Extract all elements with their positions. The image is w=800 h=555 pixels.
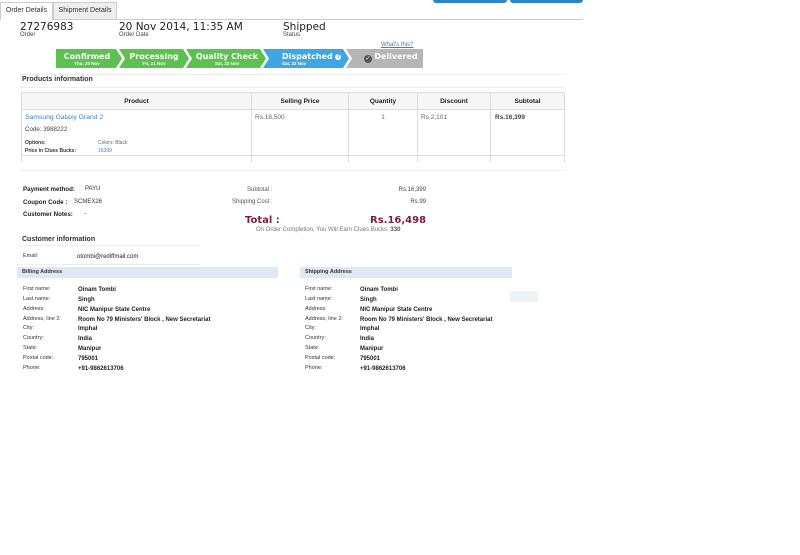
- shipping-field-value: Oinam Tombi: [360, 287, 398, 293]
- shipping-field-value: 795001: [360, 356, 381, 362]
- shipping-cost-value: Rs.99: [410, 199, 426, 205]
- billing-address-header: Billing Address: [17, 267, 278, 278]
- billing-field-label: Phone:: [23, 365, 41, 371]
- billing-field-label: Country:: [23, 335, 44, 341]
- total-value: Rs.16,498: [370, 215, 427, 226]
- step-quality-check: Quality Check Sat, 22 Nov: [195, 52, 259, 66]
- total-label: Total :: [245, 215, 280, 226]
- order-status-label: Status: [283, 32, 301, 38]
- billing-field-label: State:: [23, 345, 38, 351]
- coupon-label: Coupon Code :: [23, 199, 68, 206]
- billing-field-value: NIC Manipur State Centre: [78, 307, 151, 313]
- billing-field-value: Oinam Tombi: [78, 287, 116, 293]
- clues-bucks-note: On Order Completion, You Will Earn Clues…: [256, 227, 401, 233]
- subtotal-label: Subtotal :: [247, 187, 273, 193]
- products-title: Products information: [22, 76, 93, 83]
- products-table: Product Selling Price Quantity Discount …: [21, 92, 565, 162]
- customer-header: Customer information: [17, 233, 200, 246]
- shipping-address-header-tail: [510, 291, 538, 302]
- billing-field-value: Singh: [78, 297, 95, 303]
- billing-field-label: Address:: [23, 306, 45, 312]
- coupon-value: SCMEX26: [74, 199, 103, 205]
- shipping-field-label: First name:: [305, 286, 333, 292]
- shipping-field-label: Address:: [305, 306, 327, 312]
- tab-order-details[interactable]: Order Details: [0, 2, 53, 20]
- notes-value: -: [84, 211, 86, 217]
- step-delivered: ✓ Delivered: [364, 52, 418, 63]
- divider: [21, 155, 565, 156]
- subtotal-value: Rs.16,399: [398, 187, 426, 193]
- info-icon[interactable]: ?: [335, 54, 342, 60]
- email-label: Email:: [23, 253, 39, 259]
- payment-method-label: Payment method:: [23, 186, 75, 193]
- order-id-label: Order: [20, 32, 36, 38]
- options-value: Colors: Black: [98, 140, 128, 146]
- whats-this-link[interactable]: What's this?: [381, 42, 414, 48]
- shipping-cost-label: Shipping Cost :: [232, 199, 273, 205]
- divider: [21, 170, 565, 171]
- billing-field-value: Manipur: [78, 346, 102, 352]
- shipping-field-label: Phone:: [305, 365, 323, 371]
- email-value: otombi@rediffmail.com: [77, 254, 139, 260]
- payment-method-value: PAYU: [85, 186, 101, 192]
- shipping-field-label: State:: [305, 345, 320, 351]
- col-quantity: Quantity: [348, 92, 418, 110]
- billing-field-label: Last name:: [23, 296, 51, 302]
- shipping-field-label: Address, line 2:: [305, 316, 343, 322]
- step-processing: Processing Fri, 21 Nov: [129, 52, 179, 66]
- options-label: Options:: [25, 140, 46, 146]
- shipping-field-label: City:: [305, 325, 316, 331]
- billing-field-value: Room No 79 Ministers' Block , New Secret…: [78, 317, 211, 323]
- col-selling-price: Selling Price: [251, 92, 349, 110]
- step-confirmed: Confirmed Thu, 20 Nov: [63, 52, 111, 66]
- divider: [20, 87, 565, 88]
- billing-field-value: +91-9862613706: [78, 366, 124, 372]
- order-date-label: Order Date: [119, 32, 149, 38]
- billing-field-value: India: [78, 336, 93, 342]
- shipping-field-value: Imphal: [360, 326, 380, 332]
- clues-value: 16399: [98, 148, 112, 154]
- divider: [17, 264, 200, 265]
- shipping-field-value: Singh: [360, 297, 377, 303]
- shipping-field-label: Last name:: [305, 296, 333, 302]
- shipping-field-label: Postal code:: [305, 355, 336, 361]
- product-code: Code: 3988222: [25, 126, 68, 133]
- col-product: Product: [21, 92, 252, 110]
- shipping-address-header: Shipping Address: [300, 267, 512, 278]
- shipping-field-label: Country:: [305, 335, 326, 341]
- billing-field-value: 795001: [78, 356, 99, 362]
- col-subtotal: Subtotal: [490, 92, 565, 110]
- notes-label: Customer Notes:: [23, 211, 73, 218]
- shipping-field-value: NIC Manipur State Centre: [360, 307, 433, 313]
- col-discount: Discount: [417, 92, 491, 110]
- shipping-field-value: +91-9862613706: [360, 366, 406, 372]
- product-name-link[interactable]: Samsung Galaxy Grand 2: [25, 114, 250, 121]
- clues-label: Price in Clues Bucks:: [25, 148, 77, 154]
- billing-field-label: First name:: [23, 286, 51, 292]
- billing-field-value: Imphal: [78, 326, 98, 332]
- table-header-row: Product Selling Price Quantity Discount …: [21, 92, 565, 110]
- shipping-field-value: India: [360, 336, 375, 342]
- billing-field-label: Postal code:: [23, 355, 54, 361]
- billing-field-label: Address, line 2:: [23, 316, 61, 322]
- step-dispatched: Dispatched ? Sat, 22 Nov: [282, 52, 342, 66]
- tab-bar: Order Details Shipment Details: [0, 2, 583, 20]
- shipping-field-value: Manipur: [360, 346, 384, 352]
- shipping-field-value: Room No 79 Ministers' Block , New Secret…: [360, 317, 493, 323]
- billing-field-label: City:: [23, 325, 34, 331]
- tab-shipment-details[interactable]: Shipment Details: [53, 2, 117, 19]
- divider: [20, 74, 565, 75]
